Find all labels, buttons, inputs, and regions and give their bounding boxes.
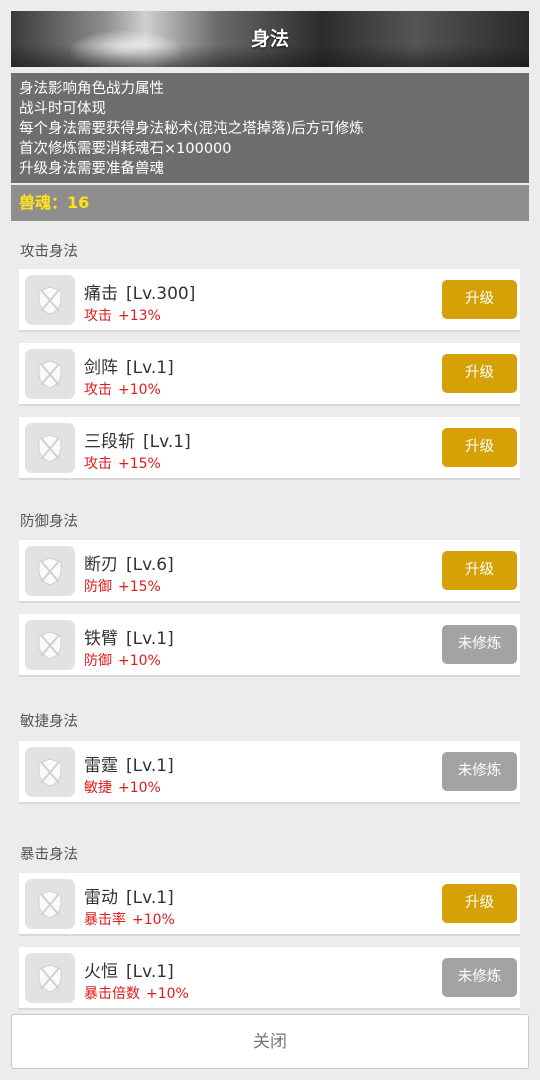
skill-level: [Lv.1]: [126, 756, 174, 776]
section-title: 攻击身法: [20, 244, 78, 260]
upgrade-button[interactable]: 升级: [442, 428, 517, 467]
skill-name: 铁臂: [84, 629, 118, 649]
crossed-swords-shield-icon: [25, 879, 75, 929]
skill-stat: 防御: [84, 579, 112, 595]
skill-level: [Lv.1]: [126, 962, 174, 982]
skill-name: 雷动: [84, 888, 118, 908]
crossed-swords-shield-icon: [25, 423, 75, 473]
skill-card: 痛击 [Lv.300] 攻击 +13% 升级: [19, 269, 520, 332]
crossed-swords-shield-icon: [25, 349, 75, 399]
skill-stat: 敏捷: [84, 780, 112, 796]
skill-effect: 防御 +15%: [84, 576, 161, 596]
dialog-header: 身法: [11, 11, 529, 67]
skill-name-row: 铁臂 [Lv.1]: [84, 624, 174, 649]
skill-card: 雷霆 [Lv.1] 敏捷 +10% 未修炼: [19, 741, 520, 804]
info-line: 升级身法需要准备兽魂: [19, 161, 164, 177]
skill-amount: +10%: [118, 382, 161, 398]
skill-name: 雷霆: [84, 756, 118, 776]
skill-card: 雷动 [Lv.1] 暴击率 +10% 升级: [19, 873, 520, 936]
skill-level: [Lv.1]: [126, 629, 174, 649]
skill-name-row: 三段斩 [Lv.1]: [84, 427, 191, 452]
skill-effect: 攻击 +10%: [84, 379, 161, 399]
upgrade-button[interactable]: 升级: [442, 280, 517, 319]
upgrade-button[interactable]: 升级: [442, 884, 517, 923]
beast-soul-value: 16: [67, 193, 90, 212]
info-panel: 身法影响角色战力属性 战斗时可体现 每个身法需要获得身法秘术(混沌之塔掉落)后方…: [11, 73, 529, 183]
skill-level: [Lv.1]: [126, 888, 174, 908]
skill-effect: 暴击率 +10%: [84, 909, 175, 929]
beast-soul-label: 兽魂：: [19, 193, 68, 212]
skill-name-row: 断刃 [Lv.6]: [84, 550, 174, 575]
info-line: 身法影响角色战力属性: [19, 81, 164, 97]
skill-name-row: 火恒 [Lv.1]: [84, 957, 174, 982]
skill-name: 火恒: [84, 962, 118, 982]
skill-stat: 攻击: [84, 456, 112, 472]
skill-amount: +15%: [118, 456, 161, 472]
close-button[interactable]: 关闭: [11, 1014, 529, 1069]
skill-card: 剑阵 [Lv.1] 攻击 +10% 升级: [19, 343, 520, 406]
skill-effect: 攻击 +15%: [84, 453, 161, 473]
upgrade-button[interactable]: 升级: [442, 354, 517, 393]
skill-level: [Lv.300]: [126, 284, 196, 304]
skill-effect: 暴击倍数 +10%: [84, 983, 189, 1003]
info-line: 战斗时可体现: [19, 101, 106, 117]
skill-effect: 攻击 +13%: [84, 305, 161, 325]
crossed-swords-shield-icon: [25, 953, 75, 1003]
skill-name: 三段斩: [84, 432, 135, 452]
skill-level: [Lv.1]: [143, 432, 191, 452]
skill-level: [Lv.6]: [126, 555, 174, 575]
beast-soul-count: 兽魂：16: [11, 185, 529, 221]
skill-stat: 防御: [84, 653, 112, 669]
not-trained-button[interactable]: 未修炼: [442, 958, 517, 997]
skill-card: 火恒 [Lv.1] 暴击倍数 +10% 未修炼: [19, 947, 520, 1010]
skill-name-row: 剑阵 [Lv.1]: [84, 353, 174, 378]
skill-name-row: 痛击 [Lv.300]: [84, 279, 195, 304]
skill-amount: +15%: [118, 579, 161, 595]
skill-amount: +10%: [118, 780, 161, 796]
skill-name: 痛击: [84, 284, 118, 304]
crossed-swords-shield-icon: [25, 546, 75, 596]
crossed-swords-shield-icon: [25, 275, 75, 325]
crossed-swords-shield-icon: [25, 620, 75, 670]
skill-card: 铁臂 [Lv.1] 防御 +10% 未修炼: [19, 614, 520, 677]
skill-card: 三段斩 [Lv.1] 攻击 +15% 升级: [19, 417, 520, 480]
skill-name-row: 雷动 [Lv.1]: [84, 883, 174, 908]
info-line: 首次修炼需要消耗魂石×100000: [19, 141, 232, 157]
crossed-swords-shield-icon: [25, 747, 75, 797]
skill-name: 断刃: [84, 555, 118, 575]
not-trained-button[interactable]: 未修炼: [442, 752, 517, 791]
section-title: 暴击身法: [20, 847, 78, 863]
not-trained-button[interactable]: 未修炼: [442, 625, 517, 664]
skill-amount: +10%: [146, 986, 189, 1002]
info-line: 每个身法需要获得身法秘术(混沌之塔掉落)后方可修炼: [19, 121, 364, 137]
skill-amount: +10%: [118, 653, 161, 669]
section-title: 防御身法: [20, 514, 78, 530]
skill-name-row: 雷霆 [Lv.1]: [84, 751, 174, 776]
skill-card: 断刃 [Lv.6] 防御 +15% 升级: [19, 540, 520, 603]
section-title: 敏捷身法: [20, 714, 78, 730]
skill-effect: 敏捷 +10%: [84, 777, 161, 797]
skill-amount: +10%: [132, 912, 175, 928]
skill-stat: 暴击倍数: [84, 986, 140, 1002]
dialog-title: 身法: [250, 28, 289, 50]
skill-stat: 暴击率: [84, 912, 126, 928]
skill-stat: 攻击: [84, 382, 112, 398]
skill-effect: 防御 +10%: [84, 650, 161, 670]
skill-level: [Lv.1]: [126, 358, 174, 378]
skill-name: 剑阵: [84, 358, 118, 378]
upgrade-button[interactable]: 升级: [442, 551, 517, 590]
skill-stat: 攻击: [84, 308, 112, 324]
skill-amount: +13%: [118, 308, 161, 324]
